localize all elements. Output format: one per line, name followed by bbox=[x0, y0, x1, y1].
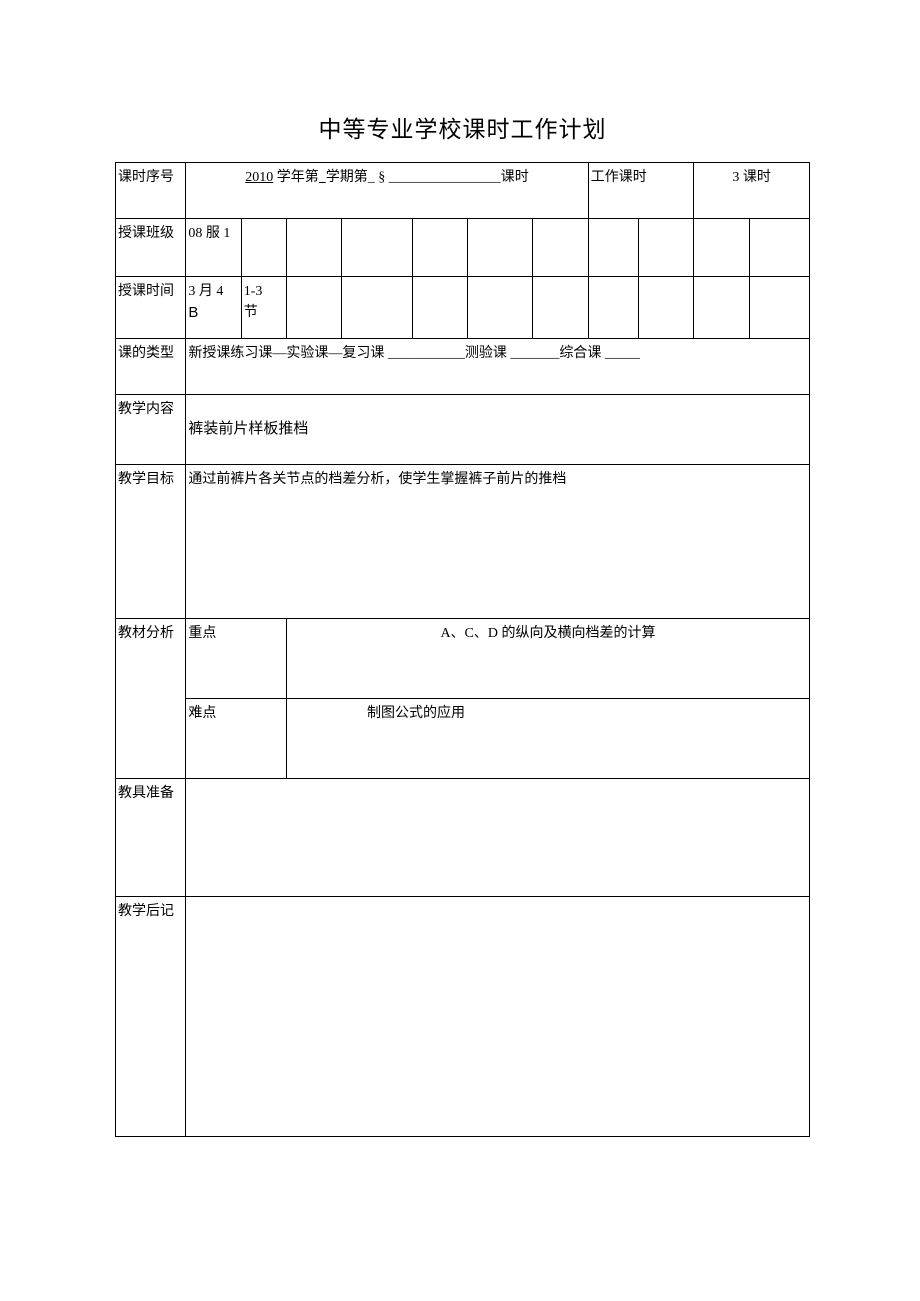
row-class: 授课班级 08 服 1 bbox=[116, 219, 810, 277]
class-empty-1 bbox=[241, 219, 286, 277]
work-hours-value: 3 课时 bbox=[694, 163, 810, 219]
time-date: 3 月 4 B bbox=[186, 277, 241, 339]
teaching-content: 裤装前片样板推档 bbox=[186, 395, 810, 465]
class-empty-6 bbox=[533, 219, 588, 277]
label-analysis: 教材分析 bbox=[116, 619, 186, 779]
label-lesson-number: 课时序号 bbox=[116, 163, 186, 219]
time-empty-1 bbox=[286, 277, 341, 339]
label-lesson-type: 课的类型 bbox=[116, 339, 186, 395]
time-empty-5 bbox=[533, 277, 588, 339]
row-analysis-difficulty: 难点 制图公式的应用 bbox=[116, 699, 810, 779]
materials-content bbox=[186, 779, 810, 897]
row-objective: 教学目标 通过前裤片各关节点的档差分析，使学生掌握裤子前片的推档 bbox=[116, 465, 810, 619]
class-empty-2 bbox=[286, 219, 341, 277]
lesson-number-content: 2010 学年第 学期第_ § ________________课时 bbox=[186, 163, 588, 219]
time-period: 1-3 节 bbox=[241, 277, 286, 339]
label-materials: 教具准备 bbox=[116, 779, 186, 897]
class-empty-4 bbox=[412, 219, 467, 277]
row-materials: 教具准备 bbox=[116, 779, 810, 897]
page-title: 中等专业学校课时工作计划 bbox=[115, 110, 810, 144]
lesson-plan-table: 课时序号 2010 学年第 学期第_ § ________________课时 … bbox=[115, 162, 810, 1137]
label-objective: 教学目标 bbox=[116, 465, 186, 619]
focus-content: A、C、D 的纵向及横向档差的计算 bbox=[286, 619, 809, 699]
time-empty-2 bbox=[342, 277, 412, 339]
class-empty-7 bbox=[588, 219, 638, 277]
time-empty-3 bbox=[412, 277, 467, 339]
class-empty-3 bbox=[342, 219, 412, 277]
class-empty-9 bbox=[694, 219, 749, 277]
row-lesson-type: 课的类型 新授课练习课—实验课—复习课 ___________测验课 _____… bbox=[116, 339, 810, 395]
work-hours-label: 工作课时 bbox=[588, 163, 694, 219]
teaching-objective: 通过前裤片各关节点的档差分析，使学生掌握裤子前片的推档 bbox=[186, 465, 810, 619]
row-notes: 教学后记 bbox=[116, 897, 810, 1137]
row-time: 授课时间 3 月 4 B 1-3 节 bbox=[116, 277, 810, 339]
lesson-type-content: 新授课练习课—实验课—复习课 ___________测验课 _______综合课… bbox=[186, 339, 810, 395]
label-class: 授课班级 bbox=[116, 219, 186, 277]
difficulty-content: 制图公式的应用 bbox=[286, 699, 809, 779]
class-empty-10 bbox=[749, 219, 809, 277]
row-content: 教学内容 裤装前片样板推档 bbox=[116, 395, 810, 465]
class-empty-5 bbox=[467, 219, 532, 277]
time-empty-8 bbox=[694, 277, 749, 339]
label-time: 授课时间 bbox=[116, 277, 186, 339]
row-lesson-number: 课时序号 2010 学年第 学期第_ § ________________课时 … bbox=[116, 163, 810, 219]
class-value: 08 服 1 bbox=[186, 219, 241, 277]
notes-content bbox=[186, 897, 810, 1137]
time-empty-4 bbox=[467, 277, 532, 339]
label-difficulty: 难点 bbox=[186, 699, 287, 779]
time-empty-7 bbox=[639, 277, 694, 339]
time-empty-9 bbox=[749, 277, 809, 339]
row-analysis-focus: 教材分析 重点 A、C、D 的纵向及横向档差的计算 bbox=[116, 619, 810, 699]
time-empty-6 bbox=[588, 277, 638, 339]
label-content: 教学内容 bbox=[116, 395, 186, 465]
label-notes: 教学后记 bbox=[116, 897, 186, 1137]
label-focus: 重点 bbox=[186, 619, 287, 699]
class-empty-8 bbox=[639, 219, 694, 277]
